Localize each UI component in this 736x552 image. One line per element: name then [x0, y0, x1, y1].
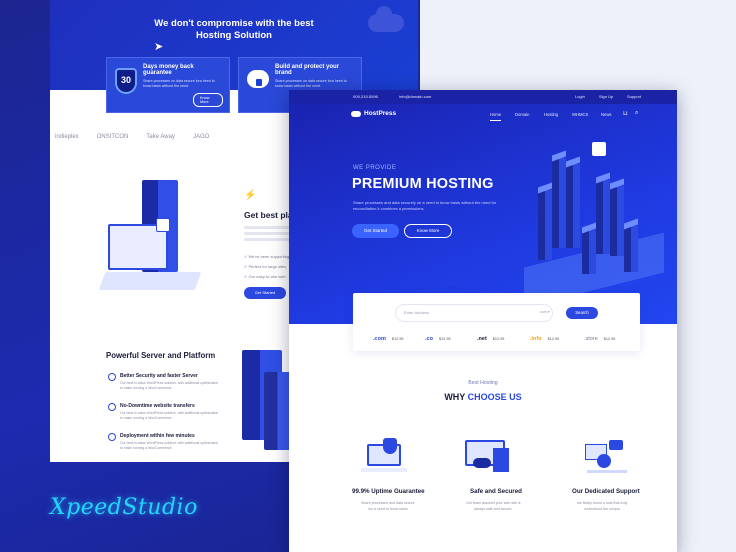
plan-check-item: We've been supporting: [244, 254, 289, 259]
tld-price-co: .co $12.95: [425, 336, 451, 342]
tld-price-net: .net $12.95: [477, 336, 505, 342]
uptime-illustration-icon: [353, 432, 413, 478]
hero-title: PREMIUM HOSTING: [352, 176, 494, 192]
money-back-card: 30 Days money back guarantee Share proce…: [106, 57, 230, 113]
partner-logo: JAGO: [192, 134, 210, 140]
feature-desc: we finally found a host that truly unders…: [577, 501, 628, 511]
power-item-title: Deployment within few minutes: [120, 433, 195, 439]
shield-badge-icon: 30: [115, 68, 137, 94]
feature-desc: Our team assured your web site is always …: [466, 501, 521, 511]
nav-whmcs[interactable]: WHMCS: [572, 112, 588, 117]
cloud-logo-icon: [351, 110, 361, 117]
domain-search-button[interactable]: Search: [566, 307, 598, 319]
login-link[interactable]: Login: [575, 94, 585, 99]
plan-check-item: Perfect for large sites: [244, 264, 286, 269]
hero-get-started-button[interactable]: Get Started: [352, 224, 399, 238]
cloud-transfer-icon: [108, 403, 116, 411]
support-illustration-icon: [577, 432, 637, 478]
cart-icon[interactable]: ⊔: [623, 110, 628, 117]
plan-check-item: Our easy-to-use web: [244, 274, 285, 279]
card-title: Days money back guarantee: [143, 64, 194, 76]
nav-domain[interactable]: Domain: [515, 112, 529, 117]
paper-plane-icon: ➤: [154, 41, 164, 53]
feature-title: Our Dedicated Support: [572, 488, 640, 495]
nav-hosting[interactable]: Hosting: [544, 112, 558, 117]
plan-get-started-button[interactable]: Get Started: [244, 287, 286, 299]
back-hero-title: We don't compromise with the best Hostin…: [50, 18, 418, 42]
power-item-desc: Our best-in-class WordPress solution, wi…: [120, 381, 219, 390]
hero-kicker: WE PROVIDE: [353, 165, 397, 171]
main-nav: HostPress Home Domain Hosting WHMCS News…: [289, 104, 677, 124]
feature-desc: Share processes and data secure lon a nee…: [361, 501, 415, 511]
card-desc: Share processes on data secure lora heed…: [275, 79, 347, 88]
email-text: info@domain.com: [399, 94, 432, 99]
top-bar: 009-215-5596 info@domain.com Login Sign …: [289, 90, 677, 104]
search-icon[interactable]: ⌕: [635, 110, 638, 117]
power-item-desc: Our best-in-class WordPress solution, wi…: [120, 411, 219, 420]
domain-search-input[interactable]: Enter Address: [395, 304, 553, 322]
power-item-title: Better Security and faster Server: [120, 373, 198, 379]
section-kicker: Best Hosting: [468, 380, 498, 386]
logo-text: HostPress: [364, 110, 397, 117]
tld-select[interactable]: .com ▾: [539, 310, 550, 314]
bolt-icon: ⚡: [244, 190, 257, 201]
back-hero-title-line1: We don't compromise with the best: [154, 18, 314, 29]
section-title: WHY CHOOSE US: [444, 392, 522, 402]
feature-title: 99.9% Uptime Guarantee: [352, 488, 425, 495]
card-title: Build and protect your brand: [275, 64, 340, 76]
nav-news[interactable]: News: [601, 112, 611, 117]
power-title: Powerful Server and Platform: [106, 351, 216, 360]
tld-price-info: .info $12.95: [530, 336, 560, 342]
isometric-servers-illustration: [504, 130, 674, 320]
back-hero-title-line2: Hosting Solution: [196, 30, 272, 41]
tld-price-store: .store $12.95: [584, 336, 616, 342]
cloud-lock-icon: [247, 70, 269, 88]
power-item-title: No-Downtime website transfers: [120, 403, 195, 409]
cloud-icon: [368, 6, 404, 32]
support-link[interactable]: Support: [627, 94, 641, 99]
nav-home[interactable]: Home: [490, 112, 502, 121]
deploy-icon: [108, 433, 116, 441]
xpeedstudio-brand-logo: XpeedStudio: [50, 495, 198, 520]
power-item-desc: Our best-in-class WordPress solution, wi…: [120, 441, 219, 450]
safe-secured-illustration-icon: [459, 432, 519, 478]
partner-logo: indieplex: [55, 134, 79, 140]
partner-logo: Take Away: [146, 134, 175, 140]
shield-icon: [108, 373, 116, 381]
signup-link[interactable]: Sign Up: [599, 94, 613, 99]
feature-title: Safe and Secured: [470, 488, 522, 495]
hero-know-more-button[interactable]: Know More: [404, 224, 452, 238]
phone-text: 009-215-5596: [353, 94, 378, 99]
front-page-preview: 009-215-5596 info@domain.com Login Sign …: [289, 90, 677, 552]
tld-price-com: .com $12.95: [373, 336, 404, 342]
domain-search-card: [353, 293, 640, 351]
site-logo[interactable]: HostPress: [351, 110, 396, 117]
know-more-button[interactable]: Know More: [193, 93, 223, 107]
server-illustration: [98, 180, 208, 295]
hero-desc: Share processes and data securely on a n…: [353, 200, 497, 211]
partner-logo: ONSITCON: [96, 134, 129, 140]
card-desc: Share processes on data secure lora heed…: [143, 79, 215, 88]
